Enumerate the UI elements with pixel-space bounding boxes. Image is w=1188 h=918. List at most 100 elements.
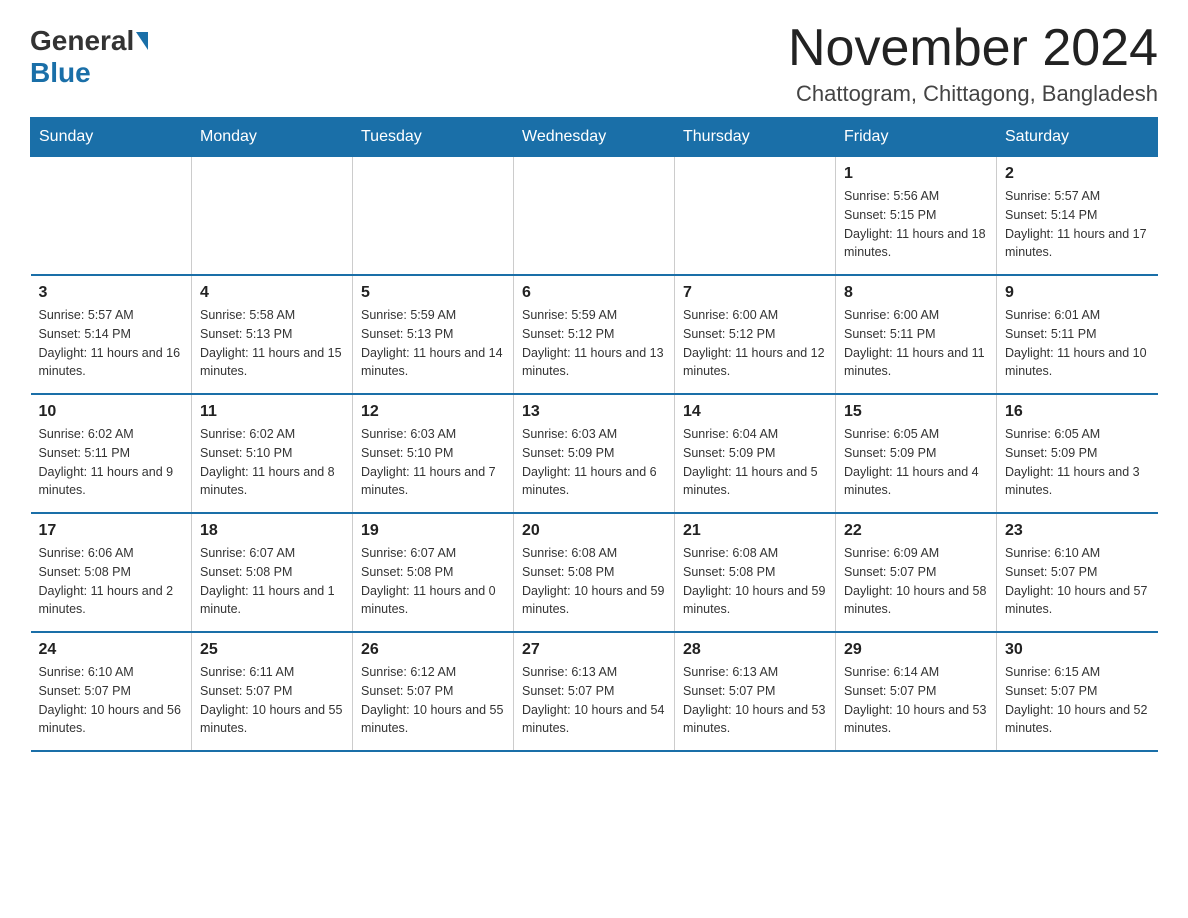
day-info: Sunrise: 6:12 AMSunset: 5:07 PMDaylight:… [361,663,505,738]
day-number: 2 [1005,165,1150,183]
day-number: 10 [39,403,184,421]
calendar-cell: 29 Sunrise: 6:14 AMSunset: 5:07 PMDayligh… [836,632,997,751]
page-header: General Blue November 2024 Chattogram, C… [30,20,1158,107]
day-info: Sunrise: 6:09 AMSunset: 5:07 PMDaylight:… [844,544,988,619]
day-info: Sunrise: 6:14 AMSunset: 5:07 PMDaylight:… [844,663,988,738]
calendar-cell: 9 Sunrise: 6:01 AMSunset: 5:11 PMDaylight… [997,275,1158,394]
day-number: 30 [1005,641,1150,659]
day-number: 7 [683,284,827,302]
calendar-week-row: 24Sunrise: 6:10 AMSunset: 5:07 PMDayligh… [31,632,1158,751]
col-wednesday: Wednesday [514,118,675,157]
calendar-cell: 25 Sunrise: 6:11 AMSunset: 5:07 PMDayligh… [192,632,353,751]
col-sunday: Sunday [31,118,192,157]
calendar-cell: 17 Sunrise: 6:06 AMSunset: 5:08 PMDayligh… [31,513,192,632]
day-number: 18 [200,522,344,540]
day-number: 16 [1005,403,1150,421]
col-monday: Monday [192,118,353,157]
calendar-cell [353,157,514,276]
day-info: Sunrise: 6:04 AMSunset: 5:09 PMDaylight:… [683,425,827,500]
calendar-week-row: 17 Sunrise: 6:06 AMSunset: 5:08 PMDayligh… [31,513,1158,632]
day-info: Sunrise: 6:08 AMSunset: 5:08 PMDaylight:… [683,544,827,619]
calendar-table: Sunday Monday Tuesday Wednesday Thursday… [30,117,1158,752]
day-number: 25 [200,641,344,659]
calendar-week-row: 1 Sunrise: 5:56 AMSunset: 5:15 PMDaylight… [31,157,1158,276]
day-info: Sunrise: 5:56 AMSunset: 5:15 PMDaylight:… [844,187,988,262]
day-info: Sunrise: 6:15 AMSunset: 5:07 PMDaylight:… [1005,663,1150,738]
col-tuesday: Tuesday [353,118,514,157]
logo-general-text: General [30,25,134,57]
logo-blue-text: Blue [30,57,91,89]
day-number: 15 [844,403,988,421]
calendar-cell: 4 Sunrise: 5:58 AMSunset: 5:13 PMDaylight… [192,275,353,394]
day-number: 23 [1005,522,1150,540]
day-info: Sunrise: 6:02 AMSunset: 5:10 PMDaylight:… [200,425,344,500]
day-number: 8 [844,284,988,302]
day-number: 28 [683,641,827,659]
day-info: Sunrise: 5:59 AMSunset: 5:13 PMDaylight:… [361,306,505,381]
calendar-cell: 19 Sunrise: 6:07 AMSunset: 5:08 PMDayligh… [353,513,514,632]
day-info: Sunrise: 6:08 AMSunset: 5:08 PMDaylight:… [522,544,666,619]
day-info: Sunrise: 6:05 AMSunset: 5:09 PMDaylight:… [844,425,988,500]
day-info: Sunrise: 5:57 AMSunset: 5:14 PMDaylight:… [1005,187,1150,262]
day-number: 13 [522,403,666,421]
day-info: Sunrise: 6:06 AMSunset: 5:08 PMDaylight:… [39,544,184,619]
day-number: 3 [39,284,184,302]
day-info: Sunrise: 6:10 AMSunset: 5:07 PMDaylight:… [1005,544,1150,619]
calendar-cell: 18Sunrise: 6:07 AMSunset: 5:08 PMDayligh… [192,513,353,632]
calendar-cell: 16 Sunrise: 6:05 AMSunset: 5:09 PMDayligh… [997,394,1158,513]
day-number: 24 [39,641,184,659]
day-info: Sunrise: 6:00 AMSunset: 5:11 PMDaylight:… [844,306,988,381]
calendar-cell: 24Sunrise: 6:10 AMSunset: 5:07 PMDayligh… [31,632,192,751]
day-number: 4 [200,284,344,302]
day-info: Sunrise: 6:05 AMSunset: 5:09 PMDaylight:… [1005,425,1150,500]
logo-triangle-icon [136,32,148,50]
day-info: Sunrise: 6:01 AMSunset: 5:11 PMDaylight:… [1005,306,1150,381]
day-info: Sunrise: 5:58 AMSunset: 5:13 PMDaylight:… [200,306,344,381]
calendar-cell: 30 Sunrise: 6:15 AMSunset: 5:07 PMDayligh… [997,632,1158,751]
weekday-row: Sunday Monday Tuesday Wednesday Thursday… [31,118,1158,157]
day-number: 19 [361,522,505,540]
calendar-cell: 3 Sunrise: 5:57 AMSunset: 5:14 PMDaylight… [31,275,192,394]
day-number: 12 [361,403,505,421]
day-info: Sunrise: 6:03 AMSunset: 5:10 PMDaylight:… [361,425,505,500]
calendar-cell: 14 Sunrise: 6:04 AMSunset: 5:09 PMDayligh… [675,394,836,513]
day-info: Sunrise: 5:59 AMSunset: 5:12 PMDaylight:… [522,306,666,381]
calendar-cell: 6Sunrise: 5:59 AMSunset: 5:12 PMDaylight… [514,275,675,394]
page-title: November 2024 [788,20,1158,77]
day-number: 20 [522,522,666,540]
calendar-header: Sunday Monday Tuesday Wednesday Thursday… [31,118,1158,157]
col-saturday: Saturday [997,118,1158,157]
day-number: 29 [844,641,988,659]
calendar-cell: 12 Sunrise: 6:03 AMSunset: 5:10 PMDayligh… [353,394,514,513]
day-info: Sunrise: 6:13 AMSunset: 5:07 PMDaylight:… [522,663,666,738]
calendar-cell: 11Sunrise: 6:02 AMSunset: 5:10 PMDayligh… [192,394,353,513]
day-number: 21 [683,522,827,540]
calendar-cell: 8 Sunrise: 6:00 AMSunset: 5:11 PMDaylight… [836,275,997,394]
day-number: 22 [844,522,988,540]
day-info: Sunrise: 6:13 AMSunset: 5:07 PMDaylight:… [683,663,827,738]
calendar-cell: 10 Sunrise: 6:02 AMSunset: 5:11 PMDayligh… [31,394,192,513]
calendar-cell: 26Sunrise: 6:12 AMSunset: 5:07 PMDayligh… [353,632,514,751]
day-info: Sunrise: 6:07 AMSunset: 5:08 PMDaylight:… [361,544,505,619]
calendar-cell: 2 Sunrise: 5:57 AMSunset: 5:14 PMDaylight… [997,157,1158,276]
day-info: Sunrise: 6:03 AMSunset: 5:09 PMDaylight:… [522,425,666,500]
calendar-cell: 1 Sunrise: 5:56 AMSunset: 5:15 PMDaylight… [836,157,997,276]
title-area: November 2024 Chattogram, Chittagong, Ba… [788,20,1158,107]
day-info: Sunrise: 6:00 AMSunset: 5:12 PMDaylight:… [683,306,827,381]
calendar-cell: 23 Sunrise: 6:10 AMSunset: 5:07 PMDayligh… [997,513,1158,632]
calendar-cell: 28 Sunrise: 6:13 AMSunset: 5:07 PMDayligh… [675,632,836,751]
calendar-body: 1 Sunrise: 5:56 AMSunset: 5:15 PMDaylight… [31,157,1158,752]
day-number: 9 [1005,284,1150,302]
col-thursday: Thursday [675,118,836,157]
day-info: Sunrise: 6:11 AMSunset: 5:07 PMDaylight:… [200,663,344,738]
calendar-cell [675,157,836,276]
calendar-cell: 21 Sunrise: 6:08 AMSunset: 5:08 PMDayligh… [675,513,836,632]
calendar-cell: 5Sunrise: 5:59 AMSunset: 5:13 PMDaylight… [353,275,514,394]
day-info: Sunrise: 6:02 AMSunset: 5:11 PMDaylight:… [39,425,184,500]
day-number: 17 [39,522,184,540]
col-friday: Friday [836,118,997,157]
day-info: Sunrise: 5:57 AMSunset: 5:14 PMDaylight:… [39,306,184,381]
day-number: 1 [844,165,988,183]
logo: General Blue [30,25,150,89]
day-number: 14 [683,403,827,421]
